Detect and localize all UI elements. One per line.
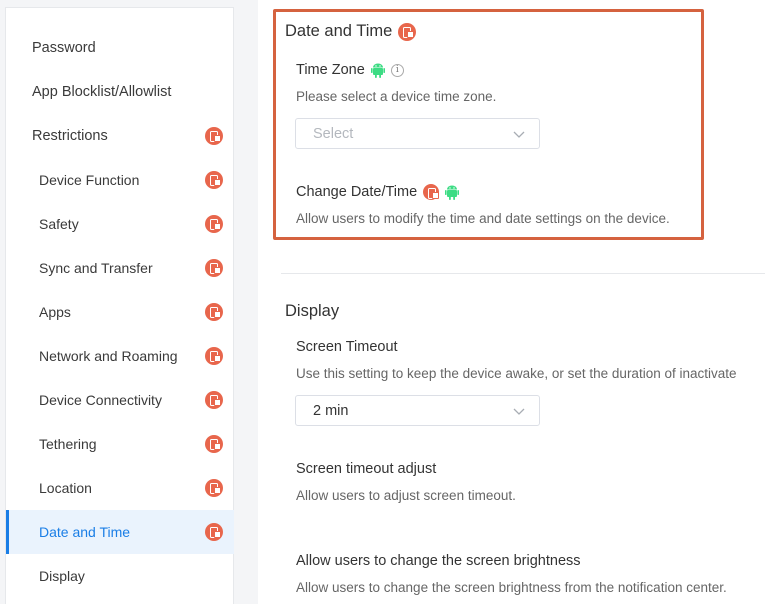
sidebar-item-label: Location — [39, 480, 92, 496]
ios-platform-icon — [205, 479, 223, 497]
ios-platform-icon — [205, 259, 223, 277]
ios-platform-icon — [205, 215, 223, 233]
sidebar-item-label: Restrictions — [32, 128, 108, 144]
sidebar-item-label: App Blocklist/Allowlist — [32, 84, 172, 100]
screen-timeout-select[interactable]: 2 min — [295, 395, 540, 426]
sidebar-item-device-connectivity[interactable]: Device Connectivity — [6, 378, 234, 422]
sidebar-item-label: Apps — [39, 304, 71, 320]
sidebar-item-label: Tethering — [39, 436, 97, 452]
sidebar-item-label: Network and Roaming — [39, 348, 178, 364]
sidebar-item-password[interactable]: Password — [6, 26, 234, 70]
chevron-down-icon — [513, 408, 525, 415]
section-divider — [281, 273, 765, 274]
sidebar-item-sync-and-transfer[interactable]: Sync and Transfer — [6, 246, 234, 290]
sidebar-nav: Password App Blocklist/Allowlist Restricti… — [5, 7, 234, 604]
sidebar-item-label: Display — [39, 568, 85, 584]
sidebar-item-label: Device Function — [39, 172, 140, 188]
sidebar-item-location[interactable]: Location — [6, 466, 234, 510]
screen-timeout-title: Screen Timeout — [296, 339, 398, 355]
highlight-box — [273, 9, 704, 240]
ios-platform-icon — [205, 391, 223, 409]
timeout-adjust-desc: Allow users to adjust screen timeout. — [296, 488, 516, 503]
screen-timeout-desc: Use this setting to keep the device awak… — [296, 366, 737, 381]
screen-timeout-value: 2 min — [313, 402, 349, 419]
sidebar-item-display[interactable]: Display — [6, 554, 234, 598]
ios-platform-icon — [205, 127, 223, 145]
timeout-adjust-title: Screen timeout adjust — [296, 461, 436, 477]
sidebar-item-label: Safety — [39, 216, 79, 232]
ios-platform-icon — [205, 171, 223, 189]
section-title-display: Display — [285, 302, 340, 320]
ios-platform-icon — [205, 435, 223, 453]
sidebar-item-label: Password — [32, 40, 96, 56]
screen-timeout-label: Screen Timeout — [296, 339, 398, 355]
brightness-title: Allow users to change the screen brightn… — [296, 553, 581, 569]
sidebar-item-apps[interactable]: Apps — [6, 290, 234, 334]
sidebar-item-date-and-time[interactable]: Date and Time — [6, 510, 234, 554]
ios-platform-icon — [205, 303, 223, 321]
sidebar-item-device-function[interactable]: Device Function — [6, 158, 234, 202]
sidebar-item-safety[interactable]: Safety — [6, 202, 234, 246]
sidebar-item-restrictions[interactable]: Restrictions — [6, 114, 234, 158]
sidebar-item-network-and-roaming[interactable]: Network and Roaming — [6, 334, 234, 378]
sidebar-item-label: Sync and Transfer — [39, 260, 153, 276]
timeout-adjust-label: Screen timeout adjust — [296, 461, 437, 477]
sidebar-item-label: Device Connectivity — [39, 392, 162, 408]
sidebar-item-label: Date and Time — [39, 524, 131, 540]
brightness-desc: Allow users to change the screen brightn… — [296, 580, 727, 595]
sidebar-item-app-blocklist-allowlist[interactable]: App Blocklist/Allowlist — [6, 70, 234, 114]
sidebar-item-tethering[interactable]: Tethering — [6, 422, 234, 466]
ios-platform-icon — [205, 523, 223, 541]
brightness-label: Allow users to change the screen brightn… — [296, 553, 581, 569]
ios-platform-icon — [205, 347, 223, 365]
